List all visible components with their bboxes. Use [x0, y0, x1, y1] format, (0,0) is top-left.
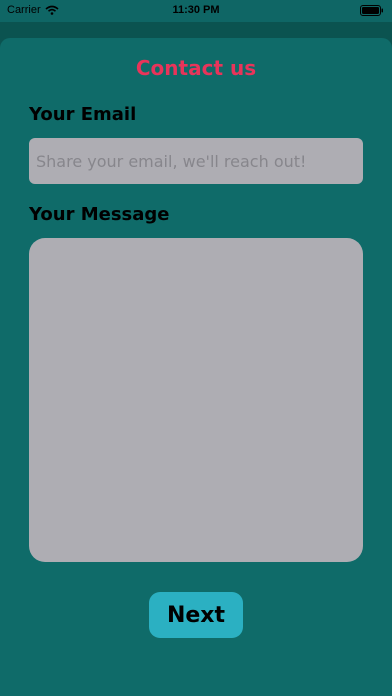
contact-sheet: Contact us Your Email Share your email, …: [0, 38, 392, 696]
next-button[interactable]: Next: [149, 592, 243, 638]
status-bar: Carrier 11:30 PM: [0, 0, 392, 22]
email-field[interactable]: Share your email, we'll reach out!: [29, 138, 363, 184]
message-label: Your Message: [29, 204, 170, 225]
status-time: 11:30 PM: [172, 4, 220, 16]
page-title: Contact us: [135, 56, 257, 80]
email-label: Your Email: [29, 104, 137, 125]
email-placeholder: Share your email, we'll reach out!: [36, 151, 307, 171]
battery-icon: [360, 5, 383, 16]
message-field[interactable]: [29, 238, 363, 562]
next-button-label: Next: [166, 602, 226, 628]
